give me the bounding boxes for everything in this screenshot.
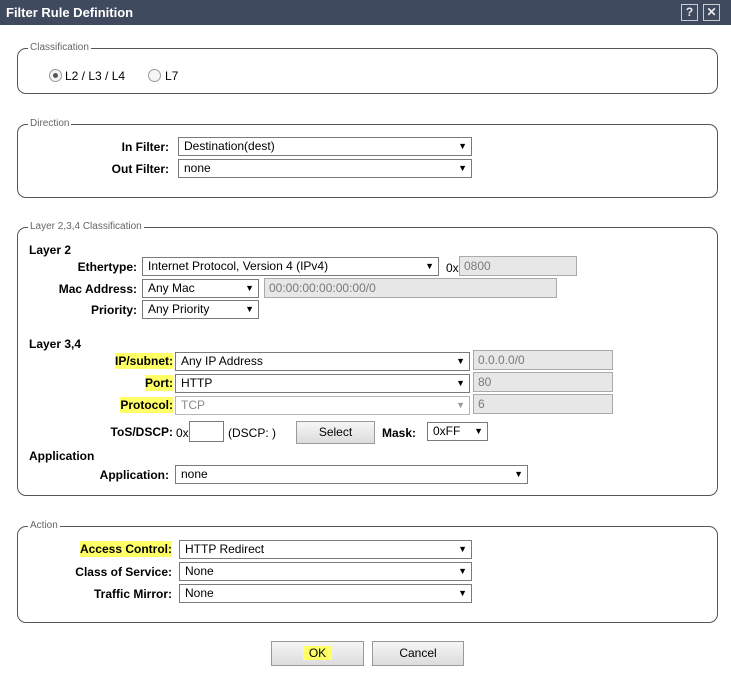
chevron-down-icon: ▼ (456, 378, 465, 388)
tos-dscp-label: ToS/DSCP: (110, 425, 173, 439)
mask-value: 0xFF (433, 424, 461, 438)
class-of-service-label: Class of Service: (75, 565, 172, 579)
mask-label: Mask: (382, 426, 417, 440)
access-control-label: Access Control: (79, 541, 172, 557)
mask-select[interactable]: 0xFF ▼ (427, 422, 488, 441)
in-filter-label: In Filter: (121, 140, 169, 154)
chevron-down-icon: ▼ (425, 261, 434, 271)
radio-l7[interactable] (148, 69, 161, 82)
chevron-down-icon: ▼ (245, 304, 254, 314)
close-icon[interactable]: ✕ (703, 4, 720, 21)
ip-subnet-label: IP/subnet: (114, 353, 173, 369)
layer234-legend: Layer 2,3,4 Classification (28, 220, 144, 234)
chevron-down-icon: ▼ (245, 283, 254, 293)
layer2-heading: Layer 2 (29, 243, 72, 257)
traffic-mirror-label: Traffic Mirror: (93, 587, 172, 601)
chevron-down-icon: ▼ (456, 400, 465, 410)
class-of-service-select[interactable]: None ▼ (179, 562, 472, 581)
dscp-text: (DSCP: ) (228, 426, 276, 440)
port-field: 80 (473, 372, 613, 392)
in-filter-value: Destination(dest) (184, 139, 275, 153)
chevron-down-icon: ▼ (458, 141, 467, 151)
ethertype-select[interactable]: Internet Protocol, Version 4 (IPv4) ▼ (142, 257, 439, 276)
ip-subnet-value: Any IP Address (181, 354, 263, 368)
chevron-down-icon: ▼ (514, 469, 523, 479)
application-select[interactable]: none ▼ (175, 465, 528, 484)
classification-legend: Classification (28, 41, 91, 55)
priority-label: Priority: (90, 303, 137, 317)
chevron-down-icon: ▼ (458, 544, 467, 554)
out-filter-value: none (184, 161, 211, 175)
dialog-title-bar: Filter Rule Definition (0, 0, 731, 25)
protocol-select: TCP ▼ (175, 396, 470, 415)
tos-prefix: 0x (176, 426, 189, 440)
ethertype-hex-prefix: 0x (446, 261, 459, 275)
radio-l234-label: L2 / L3 / L4 (65, 69, 126, 83)
dialog-title: Filter Rule Definition (6, 5, 134, 20)
chevron-down-icon: ▼ (458, 163, 467, 173)
class-of-service-value: None (185, 564, 214, 578)
mac-address-label: Mac Address: (58, 282, 137, 296)
layer34-heading: Layer 3,4 (29, 337, 82, 351)
chevron-down-icon: ▼ (458, 566, 467, 576)
port-select[interactable]: HTTP ▼ (175, 374, 470, 393)
ok-button[interactable]: OK (271, 641, 364, 666)
traffic-mirror-select[interactable]: None ▼ (179, 584, 472, 603)
ethertype-hex-field: 0800 (459, 256, 577, 276)
application-label: Application: (99, 468, 169, 482)
action-legend: Action (28, 519, 60, 533)
help-icon[interactable]: ? (681, 4, 698, 21)
application-value: none (181, 467, 208, 481)
ethertype-label: Ethertype: (77, 260, 137, 274)
protocol-label: Protocol: (120, 397, 173, 413)
out-filter-select[interactable]: none ▼ (178, 159, 472, 178)
access-control-value: HTTP Redirect (185, 542, 265, 556)
chevron-down-icon: ▼ (456, 356, 465, 366)
ip-subnet-field: 0.0.0.0/0 (473, 350, 613, 370)
select-button[interactable]: Select (296, 421, 375, 444)
priority-value: Any Priority (148, 302, 210, 316)
protocol-value: TCP (181, 398, 205, 412)
ip-subnet-select[interactable]: Any IP Address ▼ (175, 352, 470, 371)
direction-legend: Direction (28, 117, 72, 131)
in-filter-select[interactable]: Destination(dest) ▼ (178, 137, 472, 156)
ok-button-label: OK (302, 646, 333, 660)
cancel-button[interactable]: Cancel (372, 641, 464, 666)
priority-select[interactable]: Any Priority ▼ (142, 300, 259, 319)
mac-address-field: 00:00:00:00:00:00/0 (264, 278, 557, 298)
classification-group: Classification L2 / L3 / L4 L7 (17, 41, 718, 94)
access-control-select[interactable]: HTTP Redirect ▼ (179, 540, 472, 559)
chevron-down-icon: ▼ (458, 588, 467, 598)
traffic-mirror-value: None (185, 586, 214, 600)
radio-l234[interactable] (49, 69, 62, 82)
mac-address-value: Any Mac (148, 281, 195, 295)
port-label: Port: (145, 375, 173, 391)
chevron-down-icon: ▼ (474, 426, 483, 436)
application-heading: Application (29, 449, 95, 463)
ethertype-value: Internet Protocol, Version 4 (IPv4) (148, 259, 329, 273)
port-value: HTTP (181, 376, 213, 390)
mac-address-select[interactable]: Any Mac ▼ (142, 279, 259, 298)
radio-l7-label: L7 (165, 69, 179, 83)
tos-input[interactable] (189, 421, 224, 442)
out-filter-label: Out Filter: (111, 162, 169, 176)
protocol-field: 6 (473, 394, 613, 414)
